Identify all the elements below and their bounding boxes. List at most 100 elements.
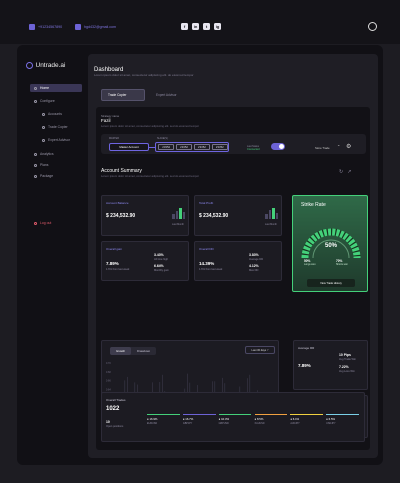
sidebar-item-trade-copier[interactable]: Trade Copier xyxy=(38,123,82,131)
instagram-icon[interactable]: ig xyxy=(214,23,221,30)
avg-loss-label: Avg Loss Win xyxy=(339,370,355,373)
ath-value: 3.43% xyxy=(154,253,164,257)
mini-bar xyxy=(272,208,275,219)
pair-percent: ● 16.7% xyxy=(182,416,194,421)
main-panel: Dashboard Lorem ipsum dolor sit amet, co… xyxy=(88,54,378,458)
pair-item: ● 6.5% USDJPY xyxy=(326,414,362,432)
twitter-icon[interactable]: t xyxy=(203,23,210,30)
top-bar: +91234567890 hgd432@gmail.com f in t ig xyxy=(0,0,400,44)
phone-contact[interactable]: +91234567890 xyxy=(29,24,62,30)
phone-icon xyxy=(29,24,35,30)
facebook-icon[interactable]: f xyxy=(181,23,188,30)
card-note: Last Month xyxy=(172,223,184,226)
pair-symbol: EURUSD xyxy=(147,421,158,425)
page-subtitle: Lorem ipsum dolor sit amet, consectetur … xyxy=(94,73,194,77)
toggle-knob xyxy=(279,144,284,149)
sidebar-item-home[interactable]: Home xyxy=(30,84,82,92)
advisor-icon xyxy=(42,138,45,142)
slave-account-chip[interactable]: 23352 xyxy=(193,144,211,150)
sidebar-item-accounts[interactable]: Accounts xyxy=(38,110,82,118)
configure-icon xyxy=(34,99,37,103)
sidebar-item-configure[interactable]: Configure xyxy=(30,97,82,105)
pair-item: ● 16.9% EURUSD xyxy=(147,414,183,432)
pair-percent: ● 6.1% xyxy=(290,416,300,421)
slave-account-chip[interactable]: 23352 xyxy=(211,144,228,150)
copier-icon xyxy=(42,125,45,129)
tab-expert-advisor[interactable]: Expert Advisor xyxy=(150,89,183,101)
dd-note: 1.6% from last week xyxy=(199,268,223,271)
gear-icon[interactable]: ⚙ xyxy=(346,143,351,150)
mini-bar xyxy=(172,214,175,219)
open-positions-value: 10 xyxy=(106,420,110,424)
store-trade-label: Store Trade xyxy=(315,146,330,150)
pair-bar xyxy=(290,414,324,415)
long-win: 50% Longs won xyxy=(304,259,316,266)
average-rr-card: Average RR 7.89% 10 Pips Avg Trade Win 7… xyxy=(293,340,368,390)
mini-bar-chart xyxy=(172,208,185,219)
monthly-gain-value: 6.64% xyxy=(154,264,164,268)
expand-icon[interactable]: ↗ xyxy=(347,169,355,175)
sidebar-item-label: Accounts xyxy=(48,112,62,116)
mini-bar xyxy=(275,213,278,219)
mini-bar xyxy=(175,211,178,219)
logout-label: Log out xyxy=(40,221,52,225)
user-profile-icon[interactable] xyxy=(368,22,377,31)
short-win-label: Shorts won xyxy=(336,263,348,266)
master-account-button[interactable]: Master Account xyxy=(109,143,149,151)
summary-actions: ↻↗ xyxy=(339,169,355,175)
slave-account-chip[interactable]: 23352 xyxy=(175,144,193,150)
pair-symbol: GBPUSD xyxy=(218,421,229,425)
status-value: Connected xyxy=(247,148,260,151)
sidebar-item-package[interactable]: Package xyxy=(30,172,82,180)
sidebar-item-label: Home xyxy=(40,86,50,90)
pair-item: ● 16.7% GBPJPY xyxy=(182,414,219,432)
slave-accounts: 23352 23352 23352 23352 xyxy=(155,142,229,152)
mini-bar xyxy=(268,210,271,219)
strategy-description: Lorem ipsum dolor sit amet, consectetur … xyxy=(101,124,200,128)
sidebar-item-expert-advisor[interactable]: Expert Advisor xyxy=(38,136,82,144)
linkedin-icon[interactable]: in xyxy=(192,23,199,30)
pair-bar xyxy=(326,414,359,415)
email-contact[interactable]: hgd432@gmail.com xyxy=(75,24,116,30)
strike-rate-value: 50% xyxy=(324,243,337,249)
sidebar-item-label: Plans xyxy=(40,163,49,167)
pair-bar xyxy=(147,414,180,415)
pair-symbol: USDJPY xyxy=(326,421,336,425)
home-icon xyxy=(34,86,37,90)
chevron-up-icon[interactable]: ⌃ xyxy=(337,144,340,149)
sidebar-item-plans[interactable]: Plans xyxy=(30,161,82,169)
long-win-label: Longs won xyxy=(304,263,316,266)
copier-toggle[interactable] xyxy=(271,143,285,150)
gain-note: 1.6% from last week xyxy=(106,268,130,271)
slave-account-chip[interactable]: 23352 xyxy=(158,144,175,150)
pair-percent: ● 8.5% xyxy=(254,416,264,421)
avg-win-value: 10 Pips xyxy=(339,353,351,357)
sidebar-item-label: Trade Copier xyxy=(48,125,68,129)
email-text: hgd432@gmail.com xyxy=(84,25,117,29)
logout-button[interactable]: Log out xyxy=(30,219,82,227)
tab-trade-copier[interactable]: Trade Copier xyxy=(101,89,145,101)
refresh-icon[interactable]: ↻ xyxy=(339,169,347,175)
pair-item: ● 6.1% AUDJPY xyxy=(290,414,326,432)
strategy-name: Fazil xyxy=(101,118,111,123)
view-trade-history-button[interactable]: View Trade History xyxy=(307,279,355,287)
mini-bar xyxy=(182,212,185,219)
gain-value: 7.89% xyxy=(106,261,119,266)
plans-icon xyxy=(34,163,37,167)
dd-value: 14.39% xyxy=(199,261,215,266)
avg-rr-value: 7.89% xyxy=(298,363,311,368)
overall-trades-total: 1022 xyxy=(106,406,120,412)
pair-bar xyxy=(182,414,216,415)
card-value: $ 234,532.90 xyxy=(199,213,229,219)
master-heading: MASTER xyxy=(109,137,119,140)
card-label: Overall gain xyxy=(106,247,123,251)
sidebar-item-label: Expert Advisor xyxy=(48,138,70,142)
tab-label: Expert Advisor xyxy=(156,93,177,97)
sidebar-item-label: Analytics xyxy=(40,152,54,156)
pair-percent: ● 10.3% xyxy=(218,416,230,421)
brand-logo[interactable]: Untrade.ai xyxy=(26,62,66,69)
package-icon xyxy=(34,174,37,178)
ath-label: All time high xyxy=(154,258,169,261)
slave-heading: SLAVE(S) xyxy=(157,137,168,140)
sidebar-item-analytics[interactable]: Analytics xyxy=(30,150,82,158)
